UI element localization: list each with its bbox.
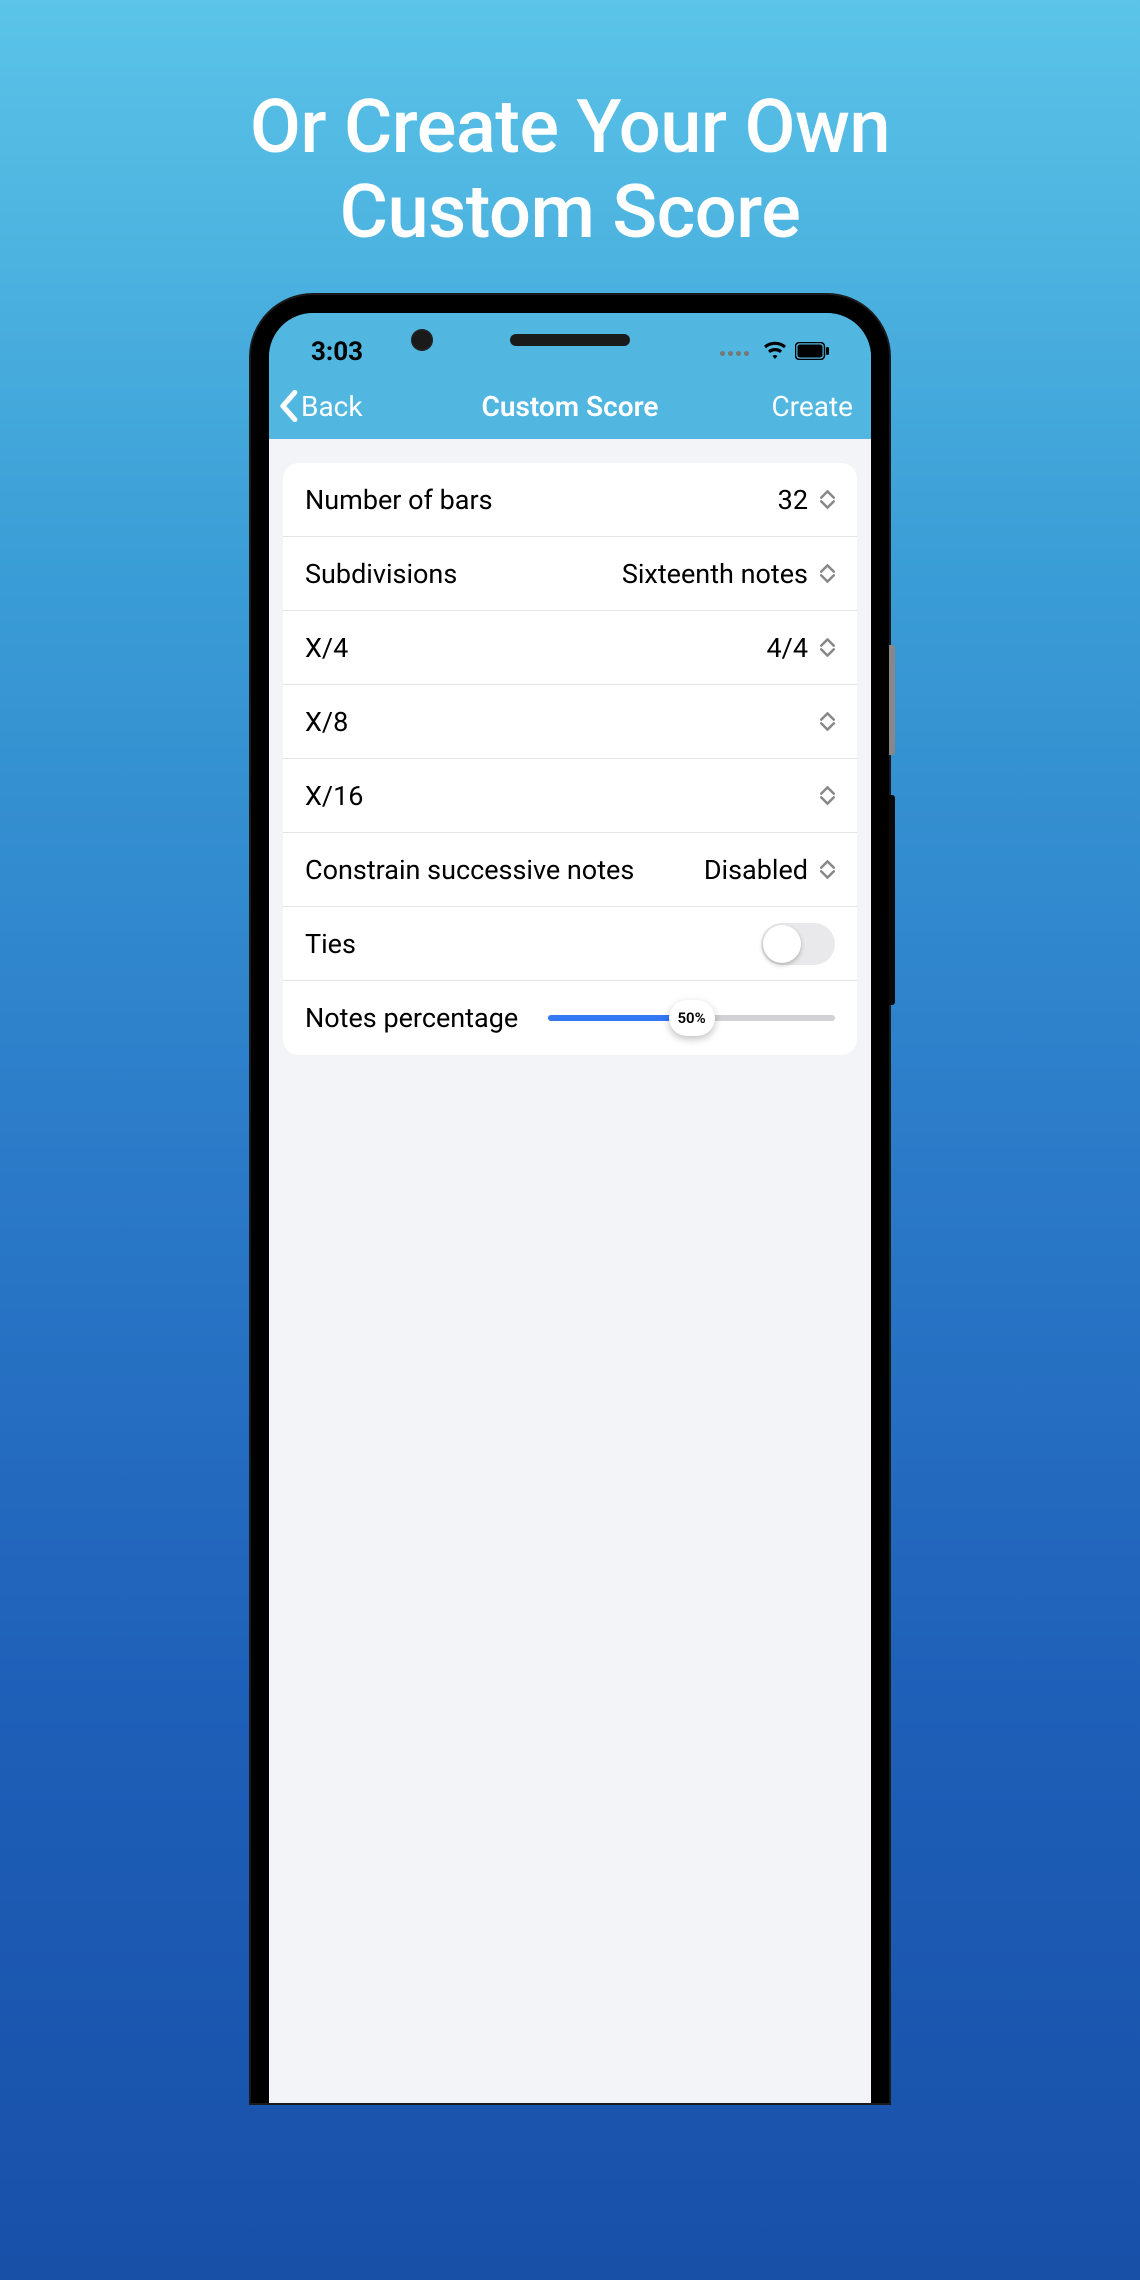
row-value: Sixteenth notes	[622, 558, 808, 590]
row-label: Subdivisions	[305, 558, 457, 590]
row-x8[interactable]: X/8	[283, 685, 857, 759]
row-ties: Ties	[283, 907, 857, 981]
row-label: X/8	[305, 706, 348, 738]
ties-toggle[interactable]	[761, 923, 835, 965]
back-button[interactable]: Back	[277, 389, 363, 423]
speaker-icon	[510, 334, 630, 346]
settings-card: Number of bars 32 Subdivisions Sixteenth…	[283, 463, 857, 1055]
row-constrain-successive-notes[interactable]: Constrain successive notes Disabled	[283, 833, 857, 907]
promo-line-1: Or Create Your Own	[250, 84, 890, 171]
row-label: Constrain successive notes	[305, 854, 634, 886]
slider-track-icon: 50%	[548, 1015, 835, 1021]
row-label: X/4	[305, 632, 348, 664]
toggle-knob-icon	[763, 925, 801, 963]
page-title: Custom Score	[482, 390, 659, 423]
promo-line-2: Custom Score	[340, 169, 801, 256]
row-label: X/16	[305, 780, 363, 812]
row-notes-percentage: Notes percentage 50%	[283, 981, 857, 1055]
phone-power-button	[889, 645, 895, 755]
camera-icon	[411, 329, 433, 351]
stepper-icon	[820, 564, 835, 583]
notes-percentage-slider[interactable]: 50%	[548, 1015, 835, 1021]
row-x4[interactable]: X/4 4/4	[283, 611, 857, 685]
row-subdivisions[interactable]: Subdivisions Sixteenth notes	[283, 537, 857, 611]
phone-volume-button	[889, 795, 895, 1005]
row-label: Notes percentage	[305, 1002, 518, 1034]
phone-notch	[251, 315, 889, 365]
row-label: Number of bars	[305, 484, 493, 516]
content-area: Number of bars 32 Subdivisions Sixteenth…	[269, 439, 871, 2103]
row-value-wrap: Disabled	[704, 854, 835, 886]
row-value: 32	[778, 484, 808, 516]
stepper-icon	[820, 490, 835, 509]
row-value-wrap: 32	[778, 484, 835, 516]
stepper-icon	[820, 712, 835, 731]
create-button[interactable]: Create	[771, 390, 853, 423]
row-value-wrap: Sixteenth notes	[622, 558, 835, 590]
row-number-of-bars[interactable]: Number of bars 32	[283, 463, 857, 537]
chevron-left-icon	[277, 389, 299, 423]
promo-heading: Or Create Your Own Custom Score	[0, 0, 1140, 295]
slider-thumb: 50%	[669, 1000, 715, 1036]
row-value-wrap	[808, 712, 835, 731]
row-value: 4/4	[767, 632, 809, 664]
stepper-icon	[820, 786, 835, 805]
row-value-wrap: 4/4	[767, 632, 836, 664]
row-x16[interactable]: X/16	[283, 759, 857, 833]
nav-bar: Back Custom Score Create	[269, 373, 871, 439]
screen: 3:03 Back Custom Score Create	[269, 313, 871, 2103]
phone-frame: 3:03 Back Custom Score Create	[251, 295, 889, 2103]
row-value: Disabled	[704, 854, 808, 886]
row-value-wrap	[808, 786, 835, 805]
stepper-icon	[820, 860, 835, 879]
stepper-icon	[820, 638, 835, 657]
back-label: Back	[301, 390, 363, 423]
row-label: Ties	[305, 928, 356, 960]
